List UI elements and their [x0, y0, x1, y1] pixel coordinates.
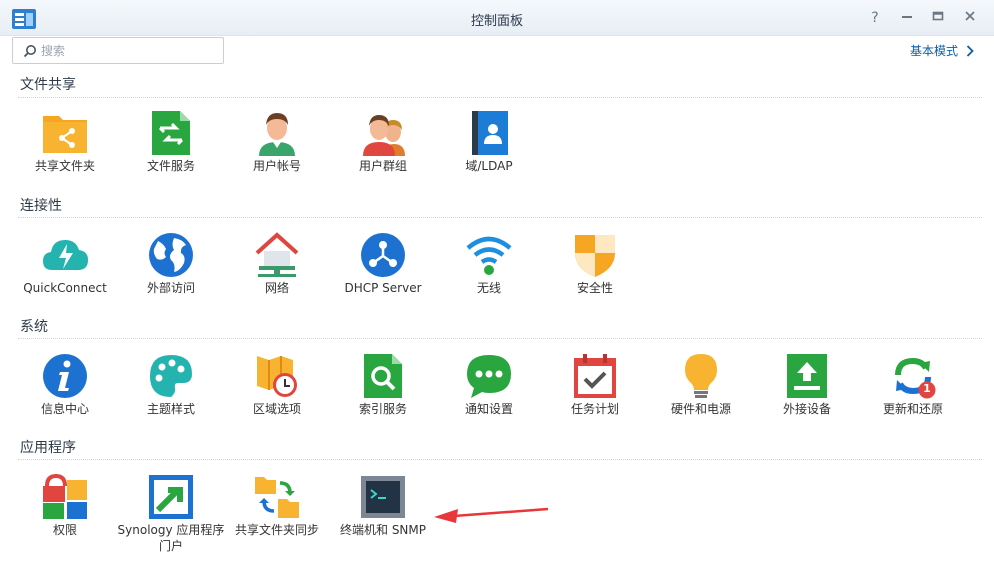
item-label: 权限: [52, 523, 77, 537]
search-box[interactable]: [12, 37, 224, 64]
item-update-restore[interactable]: 1 更新和还原: [858, 353, 968, 449]
item-label: 更新和还原: [882, 402, 943, 416]
item-label: 通知设置: [464, 402, 513, 416]
close-button[interactable]: [961, 9, 979, 27]
chat-icon: [467, 355, 511, 398]
section-title-connectivity: 连接性: [20, 198, 62, 214]
item-indexing-service[interactable]: 索引服务: [328, 353, 438, 449]
item-label: 用户帐号: [252, 159, 301, 173]
item-label: 用户群组: [358, 159, 407, 173]
dhcp-icon: [361, 233, 405, 277]
item-label: 外部访问: [146, 281, 195, 295]
item-user-account[interactable]: 用户帐号: [222, 110, 332, 206]
item-external-devices[interactable]: 外接设备: [752, 353, 862, 449]
item-task-scheduler[interactable]: 任务计划: [540, 353, 650, 449]
item-domain-ldap[interactable]: 域/LDAP: [434, 110, 544, 206]
item-quickconnect[interactable]: QuickConnect: [10, 232, 120, 328]
item-label: 域/LDAP: [465, 159, 513, 173]
privileges-icon: [43, 474, 87, 519]
item-hardware-power[interactable]: 硬件和电源: [646, 353, 756, 449]
maximize-button[interactable]: [929, 9, 947, 27]
wifi-icon: [466, 236, 512, 275]
item-label: 区域选项: [252, 402, 301, 416]
item-wireless[interactable]: 无线: [434, 232, 544, 328]
basic-mode-label: 基本模式: [909, 44, 958, 58]
search-icon: [23, 45, 36, 58]
item-theme[interactable]: 主题样式: [116, 353, 226, 449]
item-label: 终端机和 SNMP: [340, 523, 426, 537]
folder-sync-icon: [255, 477, 299, 518]
maximize-icon: [932, 11, 944, 21]
item-dhcp-server[interactable]: DHCP Server: [328, 232, 438, 328]
item-security[interactable]: 安全性: [540, 232, 650, 328]
close-icon: [965, 11, 975, 21]
domain-ldap-icon: [472, 111, 508, 155]
section-divider: [18, 338, 982, 339]
item-label: 索引服务: [358, 402, 407, 416]
item-label: 网络: [264, 281, 289, 295]
item-label: Synology 应用程序门户: [117, 523, 225, 553]
info-icon: [43, 354, 87, 398]
item-network[interactable]: 网络: [222, 232, 332, 328]
window-title: 控制面板: [470, 14, 523, 29]
shared-folder-icon: [43, 116, 87, 153]
network-icon: [255, 232, 299, 277]
app-portal-icon: [149, 475, 193, 519]
item-label: 文件服务: [146, 159, 195, 173]
item-external-access[interactable]: 外部访问: [116, 232, 226, 328]
section-divider: [18, 217, 982, 218]
item-label: 共享文件夹: [34, 159, 95, 173]
item-application-portal[interactable]: Synology 应用程序门户: [116, 474, 226, 569]
quickconnect-icon: [43, 240, 88, 270]
chevron-right-icon: [966, 44, 974, 57]
item-notification[interactable]: 通知设置: [434, 353, 544, 449]
user-icon: [259, 113, 295, 156]
minimize-button[interactable]: [898, 9, 916, 27]
map-clock-icon: [257, 356, 297, 397]
section-title-file-sharing: 文件共享: [20, 77, 76, 93]
item-info-center[interactable]: 信息中心: [10, 353, 120, 449]
item-label: 硬件和电源: [670, 402, 731, 416]
file-services-icon: [152, 111, 190, 155]
lightbulb-icon: [685, 354, 717, 398]
item-label: 主题样式: [146, 402, 195, 416]
item-label: QuickConnect: [23, 281, 107, 295]
item-privileges[interactable]: 权限: [10, 474, 120, 569]
title-bar: 控制面板 ?: [0, 0, 994, 36]
annotation-arrow-icon: [434, 507, 549, 523]
update-badge-count: 1: [923, 382, 931, 395]
search-input[interactable]: [41, 42, 217, 60]
group-icon: [363, 115, 405, 156]
section-divider: [18, 97, 982, 98]
globe-icon: [149, 233, 193, 277]
shield-icon: [575, 235, 615, 277]
item-label: 安全性: [576, 281, 613, 295]
basic-mode-link[interactable]: 基本模式: [910, 42, 974, 59]
search-index-icon: [364, 354, 402, 398]
calendar-check-icon: [574, 354, 616, 398]
palette-icon: [150, 355, 192, 397]
item-regional-options[interactable]: 区域选项: [222, 353, 332, 449]
item-label: 任务计划: [570, 402, 619, 416]
help-button[interactable]: ?: [866, 9, 884, 27]
item-label: 无线: [476, 281, 501, 295]
section-title-applications: 应用程序: [20, 440, 76, 456]
item-label: 外接设备: [782, 402, 831, 416]
minimize-icon: [902, 16, 912, 18]
item-label: 共享文件夹同步: [234, 523, 319, 537]
item-shared-folder[interactable]: 共享文件夹: [10, 110, 120, 206]
item-folder-sync[interactable]: 共享文件夹同步: [222, 474, 332, 569]
item-terminal-snmp[interactable]: 终端机和 SNMP: [328, 474, 438, 569]
item-label: 信息中心: [40, 402, 89, 416]
section-title-system: 系统: [20, 319, 48, 335]
upload-device-icon: [787, 354, 827, 398]
terminal-icon: [361, 476, 405, 518]
item-user-group[interactable]: 用户群组: [328, 110, 438, 206]
item-label: DHCP Server: [344, 281, 422, 295]
item-file-services[interactable]: 文件服务: [116, 110, 226, 206]
section-divider: [18, 459, 982, 460]
